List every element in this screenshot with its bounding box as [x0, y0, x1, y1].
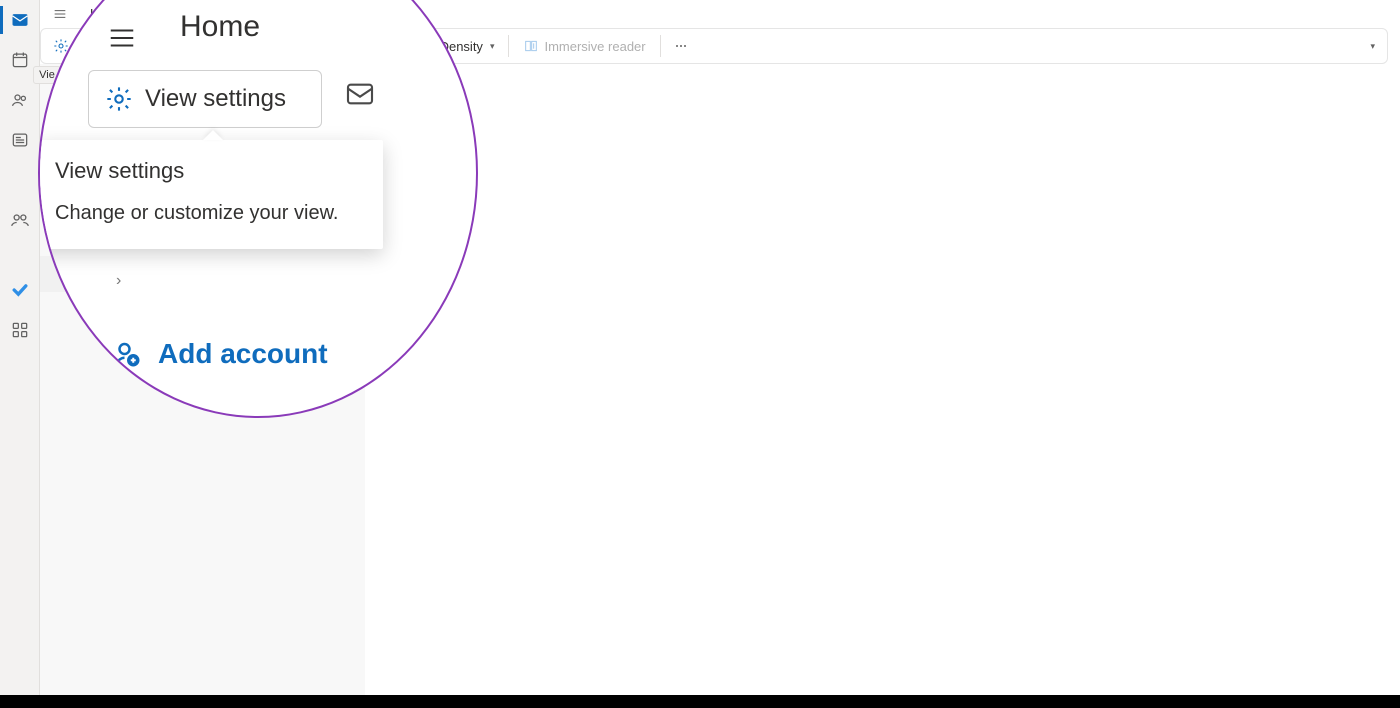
rail-group[interactable]: [0, 200, 40, 240]
ribbon-view-settings-icon[interactable]: [47, 32, 75, 60]
people-icon: [10, 90, 30, 110]
ribbon-separator: [316, 35, 317, 57]
ribbon-density[interactable]: Density ▾: [411, 32, 503, 60]
ribbon-density-label: Density: [440, 39, 483, 54]
rail-mail[interactable]: [0, 0, 40, 40]
rail-people[interactable]: [0, 80, 40, 120]
ribbon-overflow[interactable]: [667, 32, 695, 60]
layout-icon: [331, 38, 347, 54]
folder-row-expand[interactable]: ›: [40, 256, 365, 292]
folder-pane: ›: [40, 64, 365, 695]
apps-grid-icon: [10, 320, 30, 340]
chevron-down-icon: ▾: [398, 41, 403, 52]
rail-vie-label: Vie: [33, 66, 61, 84]
more-icon: [673, 38, 689, 54]
ribbon-separator: [508, 35, 509, 57]
bottom-strip: [0, 695, 1400, 708]
ribbon-immersive-label: Immersive reader: [544, 39, 645, 54]
group-icon: [10, 210, 30, 230]
rail-apps[interactable]: [0, 310, 40, 350]
app-rail: [0, 0, 40, 695]
ribbon-layout[interactable]: Layout ▾: [323, 32, 411, 60]
nav-toggle[interactable]: [40, 0, 80, 28]
ribbon-immersive-reader: Immersive reader: [515, 32, 653, 60]
ribbon-layout-label: Layout: [352, 39, 391, 54]
newspaper-icon: [10, 130, 30, 150]
gear-icon: [53, 38, 69, 54]
chevron-down-icon: ▾: [490, 41, 495, 52]
calendar-icon: [10, 50, 30, 70]
tabbar: Home: [40, 0, 1400, 28]
check-icon: [10, 280, 30, 300]
immersive-reader-icon: [523, 38, 539, 54]
chevron-down-icon: ▾: [1370, 41, 1375, 52]
hamburger-icon: [52, 6, 68, 22]
chevron-right-icon: ›: [110, 268, 130, 280]
ribbon-expand[interactable]: ▾: [1362, 32, 1381, 60]
ribbon-separator: [660, 35, 661, 57]
density-icon: [419, 38, 435, 54]
rail-todo[interactable]: [0, 270, 40, 310]
mail-icon: [10, 10, 30, 30]
tab-home[interactable]: Home: [80, 2, 135, 25]
rail-files[interactable]: [0, 120, 40, 160]
ribbon: Layout ▾ Density ▾ Immersive reader ▾: [40, 28, 1388, 64]
